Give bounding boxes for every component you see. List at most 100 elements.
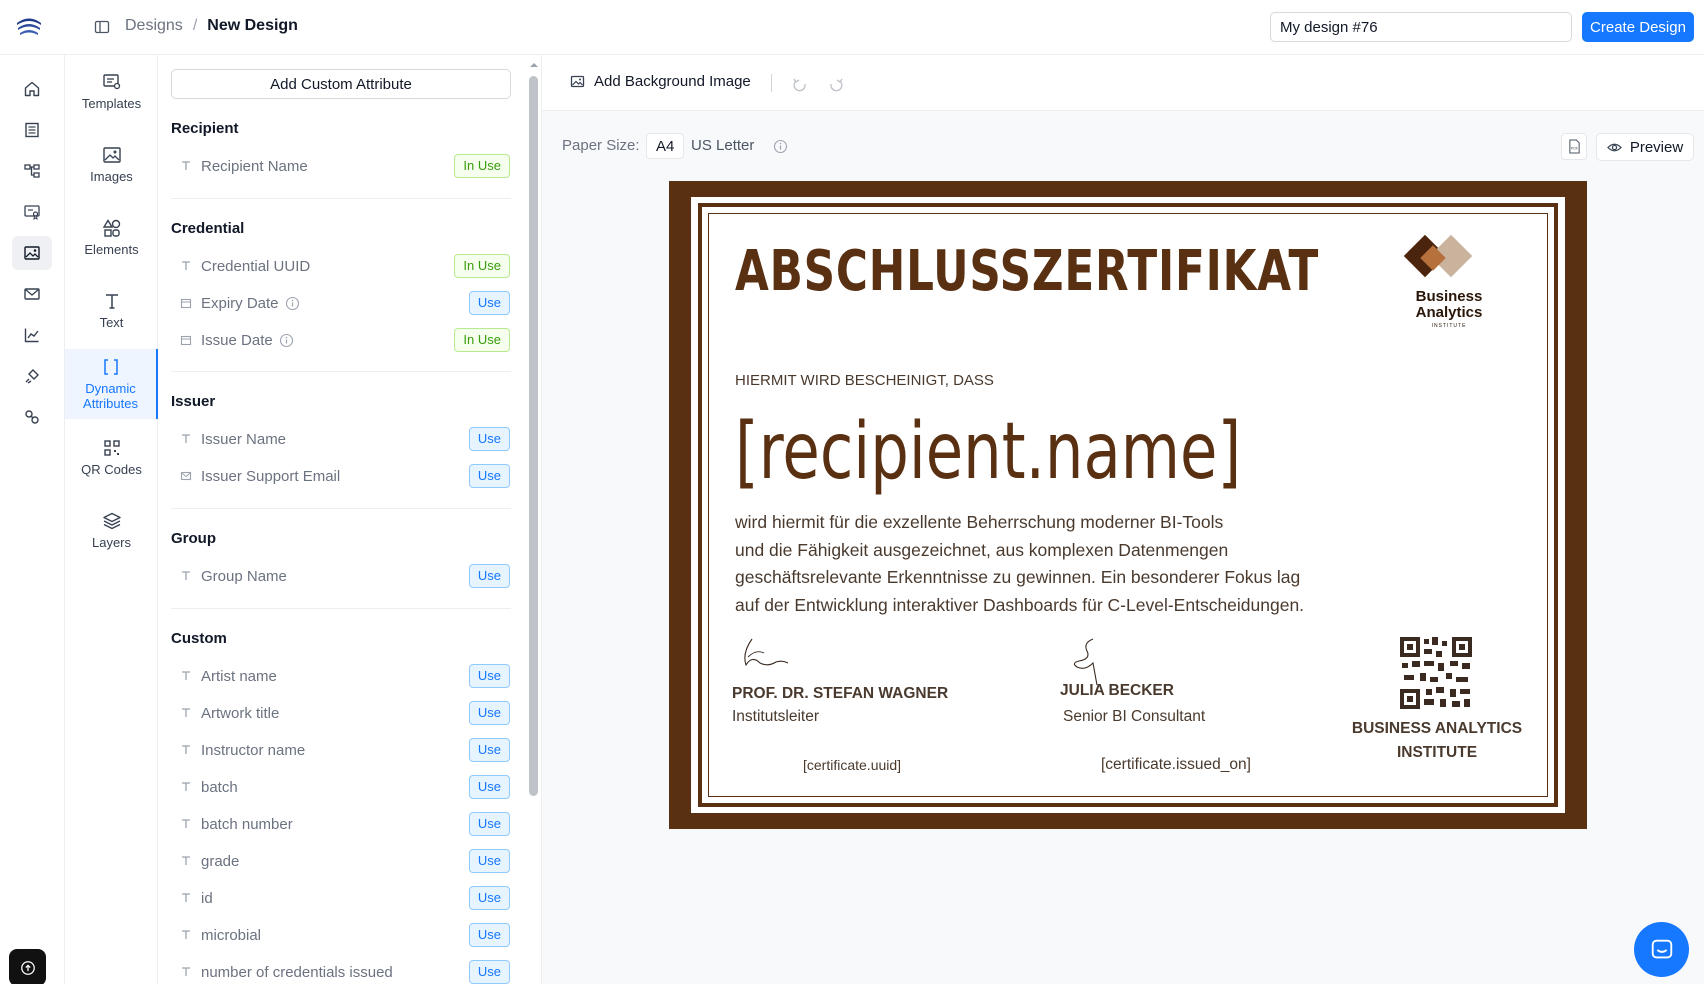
use-badge[interactable]: Use xyxy=(468,775,510,799)
rail-home[interactable] xyxy=(12,72,52,106)
certificate-subtitle[interactable]: HIERMIT WIRD BESCHEINIGT, DASS xyxy=(735,372,994,389)
chat-support-button[interactable] xyxy=(1634,922,1689,977)
use-badge[interactable]: Use xyxy=(468,291,510,315)
use-badge[interactable]: Use xyxy=(468,701,510,725)
attribute-microbial[interactable]: microbial Use xyxy=(180,922,510,948)
rail-catalog[interactable] xyxy=(12,113,52,147)
in-use-badge[interactable]: In Use xyxy=(454,154,510,178)
breadcrumb-separator: / xyxy=(192,17,198,34)
section-group: Group xyxy=(171,530,216,547)
rail-mail[interactable] xyxy=(12,277,52,311)
paper-size-label: Paper Size: xyxy=(562,137,640,154)
pdf-icon-text: PDF xyxy=(1570,147,1578,151)
signer-1-role[interactable]: Institutsleiter xyxy=(732,708,819,726)
rail-links[interactable] xyxy=(12,400,52,434)
tool-images[interactable]: Images xyxy=(65,145,158,184)
info-icon[interactable] xyxy=(285,296,300,311)
use-badge[interactable]: Use xyxy=(468,427,510,451)
tool-layers[interactable]: Layers xyxy=(65,511,158,550)
attribute-label: id xyxy=(201,889,213,907)
sidebar-toggle-icon[interactable] xyxy=(94,19,110,35)
attribute-recipient-name[interactable]: Recipient Name In Use xyxy=(180,153,510,179)
breadcrumb-current: New Design xyxy=(207,17,298,34)
rail-analytics[interactable] xyxy=(12,318,52,352)
tool-text[interactable]: Text xyxy=(65,291,158,330)
rail-designs[interactable] xyxy=(12,236,52,270)
rail-certificates[interactable] xyxy=(12,195,52,229)
attribute-number-of-credentials-issued[interactable]: number of credentials issued Use xyxy=(180,959,510,984)
rail-integrations[interactable] xyxy=(12,359,52,393)
tool-qr-codes[interactable]: QR Codes xyxy=(65,438,158,477)
create-design-button[interactable]: Create Design xyxy=(1582,12,1694,42)
templates-icon xyxy=(102,74,120,90)
preview-button[interactable]: Preview xyxy=(1596,133,1694,161)
recipient-name-placeholder[interactable]: [recipient.name] xyxy=(735,407,1241,497)
institute-name[interactable]: BUSINESS ANALYTICS INSTITUTE xyxy=(1343,717,1531,765)
attribute-issue-date[interactable]: Issue Date In Use xyxy=(180,327,510,353)
attribute-batch[interactable]: batch Use xyxy=(180,774,510,800)
use-badge[interactable]: Use xyxy=(468,886,510,910)
breadcrumb-designs[interactable]: Designs xyxy=(125,17,183,35)
app-logo-icon[interactable] xyxy=(14,12,44,42)
attributes-scrollbar[interactable] xyxy=(529,76,538,796)
attribute-expiry-date[interactable]: Expiry Date Use xyxy=(180,290,510,316)
signer-1-name[interactable]: PROF. DR. STEFAN WAGNER xyxy=(732,685,948,703)
help-button[interactable] xyxy=(9,949,46,984)
attribute-issuer-name[interactable]: Issuer Name Use xyxy=(180,426,510,452)
tool-elements[interactable]: Elements xyxy=(65,218,158,257)
paper-info-icon[interactable] xyxy=(773,139,788,154)
attribute-instructor-name[interactable]: Instructor name Use xyxy=(180,737,510,763)
preview-label: Preview xyxy=(1629,138,1684,156)
attribute-artwork-title[interactable]: Artwork title Use xyxy=(180,700,510,726)
in-use-badge[interactable]: In Use xyxy=(454,328,510,352)
rail-workflow[interactable] xyxy=(12,154,52,188)
export-pdf-button[interactable]: PDF xyxy=(1561,133,1587,160)
signer-2-role[interactable]: Senior BI Consultant xyxy=(1063,708,1205,726)
attribute-credential-uuid[interactable]: Credential UUID In Use xyxy=(180,253,510,279)
attribute-label: batch number xyxy=(201,815,293,833)
signature-1-icon[interactable] xyxy=(738,635,790,673)
signer-2-name[interactable]: JULIA BECKER xyxy=(1060,682,1174,700)
tool-templates[interactable]: Templates xyxy=(65,72,158,111)
add-custom-attribute-button[interactable]: Add Custom Attribute xyxy=(171,69,511,99)
add-background-image-button[interactable]: Add Background Image xyxy=(570,73,751,90)
use-badge[interactable]: Use xyxy=(468,923,510,947)
attribute-artist-name[interactable]: Artist name Use xyxy=(180,663,510,689)
attribute-label: Artwork title xyxy=(201,704,280,722)
qr-code-icon[interactable] xyxy=(1400,637,1472,709)
certificate-canvas[interactable]: ABSCHLUSSZERTIFIKAT Business Analytics I… xyxy=(669,181,1587,829)
use-badge[interactable]: Use xyxy=(468,564,510,588)
use-badge[interactable]: Use xyxy=(468,664,510,688)
use-badge[interactable]: Use xyxy=(468,738,510,762)
section-recipient: Recipient xyxy=(171,120,239,137)
paper-size-a4[interactable]: A4 xyxy=(646,133,685,159)
tool-text-label: Text xyxy=(99,315,124,330)
certificate-title[interactable]: ABSCHLUSSZERTIFIKAT xyxy=(735,239,1319,304)
tool-dynamic-attributes[interactable]: Dynamic Attributes xyxy=(65,349,158,419)
scroll-up-icon[interactable] xyxy=(529,60,539,70)
attribute-group-name[interactable]: Group Name Use xyxy=(180,563,510,589)
signature-2-icon[interactable] xyxy=(1069,637,1103,687)
tool-elements-label: Elements xyxy=(84,242,139,257)
undo-icon[interactable] xyxy=(792,76,808,92)
redo-icon[interactable] xyxy=(828,76,844,92)
attribute-issuer-support-email[interactable]: Issuer Support Email Use xyxy=(180,463,510,489)
use-badge[interactable]: Use xyxy=(468,849,510,873)
image-design-icon xyxy=(24,246,40,260)
use-badge[interactable]: Use xyxy=(468,812,510,836)
use-badge[interactable]: Use xyxy=(468,960,510,984)
info-icon[interactable] xyxy=(279,333,294,348)
attribute-batch-number[interactable]: batch number Use xyxy=(180,811,510,837)
certificate-body[interactable]: wird hiermit für die exzellente Beherrsc… xyxy=(735,509,1335,619)
text-type-icon xyxy=(182,571,190,580)
in-use-badge[interactable]: In Use xyxy=(454,254,510,278)
attribute-label: microbial xyxy=(201,926,262,944)
certificate-uuid-placeholder[interactable]: [certificate.uuid] xyxy=(803,757,901,773)
certificate-issued-placeholder[interactable]: [certificate.issued_on] xyxy=(1101,756,1251,774)
attribute-id[interactable]: id Use xyxy=(180,885,510,911)
attribute-label: Recipient Name xyxy=(201,157,308,175)
paper-size-us-letter[interactable]: US Letter xyxy=(682,133,763,159)
use-badge[interactable]: Use xyxy=(468,464,510,488)
design-name-input[interactable] xyxy=(1270,12,1572,42)
attribute-grade[interactable]: grade Use xyxy=(180,848,510,874)
